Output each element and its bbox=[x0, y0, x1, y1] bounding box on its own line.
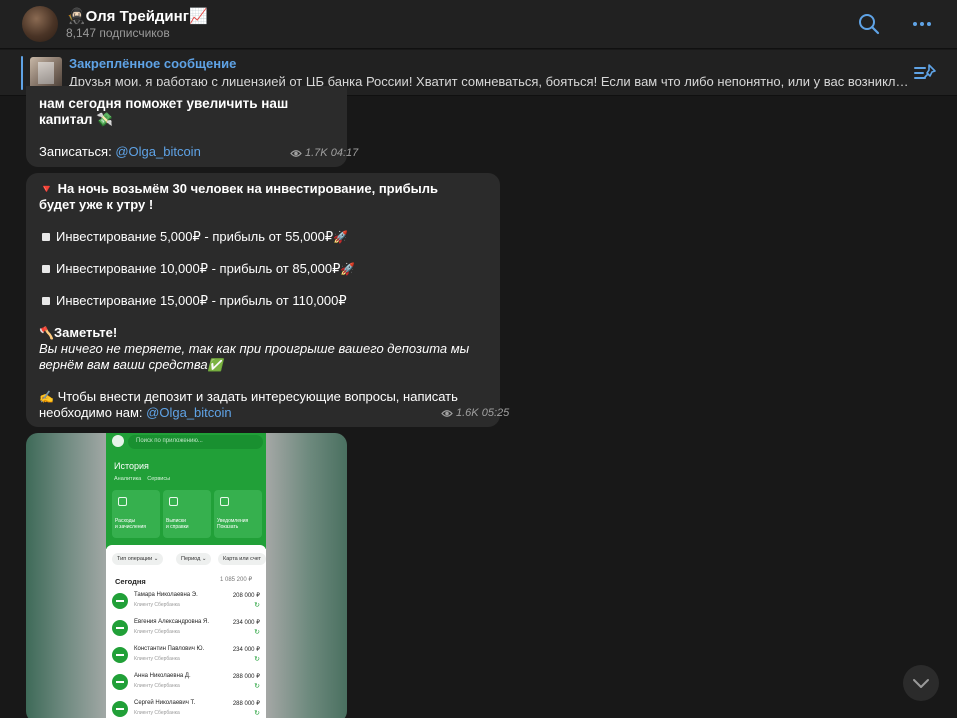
note-text: Вы ничего не теряете, так как при проигр… bbox=[39, 341, 470, 356]
pinned-list-icon[interactable] bbox=[913, 62, 937, 84]
repeat-icon: ↻ bbox=[254, 656, 260, 663]
photo-message[interactable]: Поиск по приложению... История Аналитика… bbox=[26, 433, 347, 718]
filter-chip: Карта или счет bbox=[218, 553, 266, 565]
app-tile: Уведомления Показать bbox=[214, 490, 262, 538]
bullet-icon bbox=[42, 297, 50, 306]
message-text: нам сегодня поможет увеличить наш капита… bbox=[39, 96, 289, 127]
transaction-row: Евгения Александровна Я. Клиенту Сбербан… bbox=[112, 618, 262, 644]
repeat-icon: ↻ bbox=[254, 602, 260, 609]
chevron-down-icon bbox=[913, 679, 929, 688]
message-time: 04:17 bbox=[330, 147, 359, 159]
headline: 🔻 На ночь возьмём 30 человек на инвестир… bbox=[39, 181, 438, 196]
scroll-down-button[interactable] bbox=[903, 665, 939, 701]
bullet-icon bbox=[42, 265, 50, 274]
app-tile: Расходы и зачисления bbox=[112, 490, 160, 538]
cta-text-cont: необходимо нам: @Olga_bitcoin bbox=[39, 405, 232, 420]
transfer-icon bbox=[112, 701, 128, 717]
pinned-title: Закреплённое сообщение bbox=[69, 56, 237, 71]
offer-item: Инвестирование 15,000₽ - прибыль от 110,… bbox=[39, 293, 347, 309]
app-tile: Выписки и справки bbox=[163, 490, 211, 538]
username-link[interactable]: @Olga_bitcoin bbox=[115, 144, 200, 159]
repeat-icon: ↻ bbox=[254, 683, 260, 690]
channel-avatar[interactable] bbox=[22, 6, 58, 42]
app-body: Тип операции ⌄ Период ⌄ Карта или счет С… bbox=[106, 545, 266, 718]
app-title: История bbox=[114, 461, 149, 471]
search-icon[interactable] bbox=[857, 12, 881, 36]
message-bubble[interactable]: нам сегодня поможет увеличить наш капита… bbox=[26, 86, 358, 167]
profile-icon bbox=[112, 435, 124, 447]
channel-title[interactable]: 🥷🏻Оля Трейдинг📈 bbox=[67, 7, 208, 25]
transfer-icon bbox=[112, 674, 128, 690]
date-total: 1 085 200 ₽ bbox=[220, 577, 253, 583]
repeat-icon: ↻ bbox=[254, 629, 260, 636]
message-meta: 1.7K 04:17 bbox=[290, 147, 358, 159]
subscriber-count: 8,147 подписчиков bbox=[66, 26, 170, 40]
transfer-icon bbox=[112, 647, 128, 663]
chat-header: 🥷🏻Оля Трейдинг📈 8,147 подписчиков bbox=[0, 0, 957, 49]
offer-item: Инвестирование 10,000₽ - прибыль от 85,0… bbox=[39, 261, 355, 277]
app-tabs: Аналитика Сервисы bbox=[114, 476, 171, 482]
app-header: Поиск по приложению... История Аналитика… bbox=[106, 433, 266, 549]
bank-app-screenshot: Поиск по приложению... История Аналитика… bbox=[106, 433, 266, 718]
message-bubble[interactable]: 🔻 На ночь возьмём 30 человек на инвестир… bbox=[26, 173, 509, 427]
pinned-indicator bbox=[21, 56, 23, 90]
message-time: 05:25 bbox=[481, 407, 510, 419]
more-icon[interactable] bbox=[910, 12, 934, 36]
transfer-icon bbox=[112, 620, 128, 636]
view-count: 1.6K bbox=[456, 407, 479, 419]
transaction-row: Сергей Николаевич Т. Клиенту Сбербанка 2… bbox=[112, 699, 262, 718]
message-meta: 1.6K 05:25 bbox=[441, 407, 509, 419]
date-group: Сегодня bbox=[115, 577, 146, 586]
pinned-thumbnail bbox=[30, 57, 62, 89]
note-text-cont: вернём вам ваши средства✅ bbox=[39, 357, 223, 372]
repeat-icon: ↻ bbox=[254, 710, 260, 717]
app-search: Поиск по приложению... bbox=[128, 435, 263, 449]
headline-cont: будет уже к утру ! bbox=[39, 197, 154, 212]
username-link[interactable]: @Olga_bitcoin bbox=[146, 405, 231, 420]
offer-item: Инвестирование 5,000₽ - прибыль от 55,00… bbox=[39, 229, 348, 245]
bullet-icon bbox=[42, 233, 50, 242]
views-icon bbox=[290, 149, 302, 157]
transaction-row: Анна Николаевна Д. Клиенту Сбербанка 288… bbox=[112, 672, 262, 698]
filter-chip: Тип операции ⌄ bbox=[112, 553, 164, 565]
views-icon bbox=[441, 409, 453, 417]
signup-line: Записаться: @Olga_bitcoin bbox=[39, 144, 201, 159]
transaction-row: Тамара Николаевна Э. Клиенту Сбербанка 2… bbox=[112, 591, 262, 617]
filter-chip: Период ⌄ bbox=[176, 553, 212, 565]
transaction-row: Константин Павлович Ю. Клиенту Сбербанка… bbox=[112, 645, 262, 671]
transfer-icon bbox=[112, 593, 128, 609]
note-title: 🪓Заметьте! bbox=[39, 325, 118, 340]
view-count: 1.7K bbox=[305, 147, 328, 159]
cta-text: ✍️ Чтобы внести депозит и задать интерес… bbox=[39, 389, 458, 404]
